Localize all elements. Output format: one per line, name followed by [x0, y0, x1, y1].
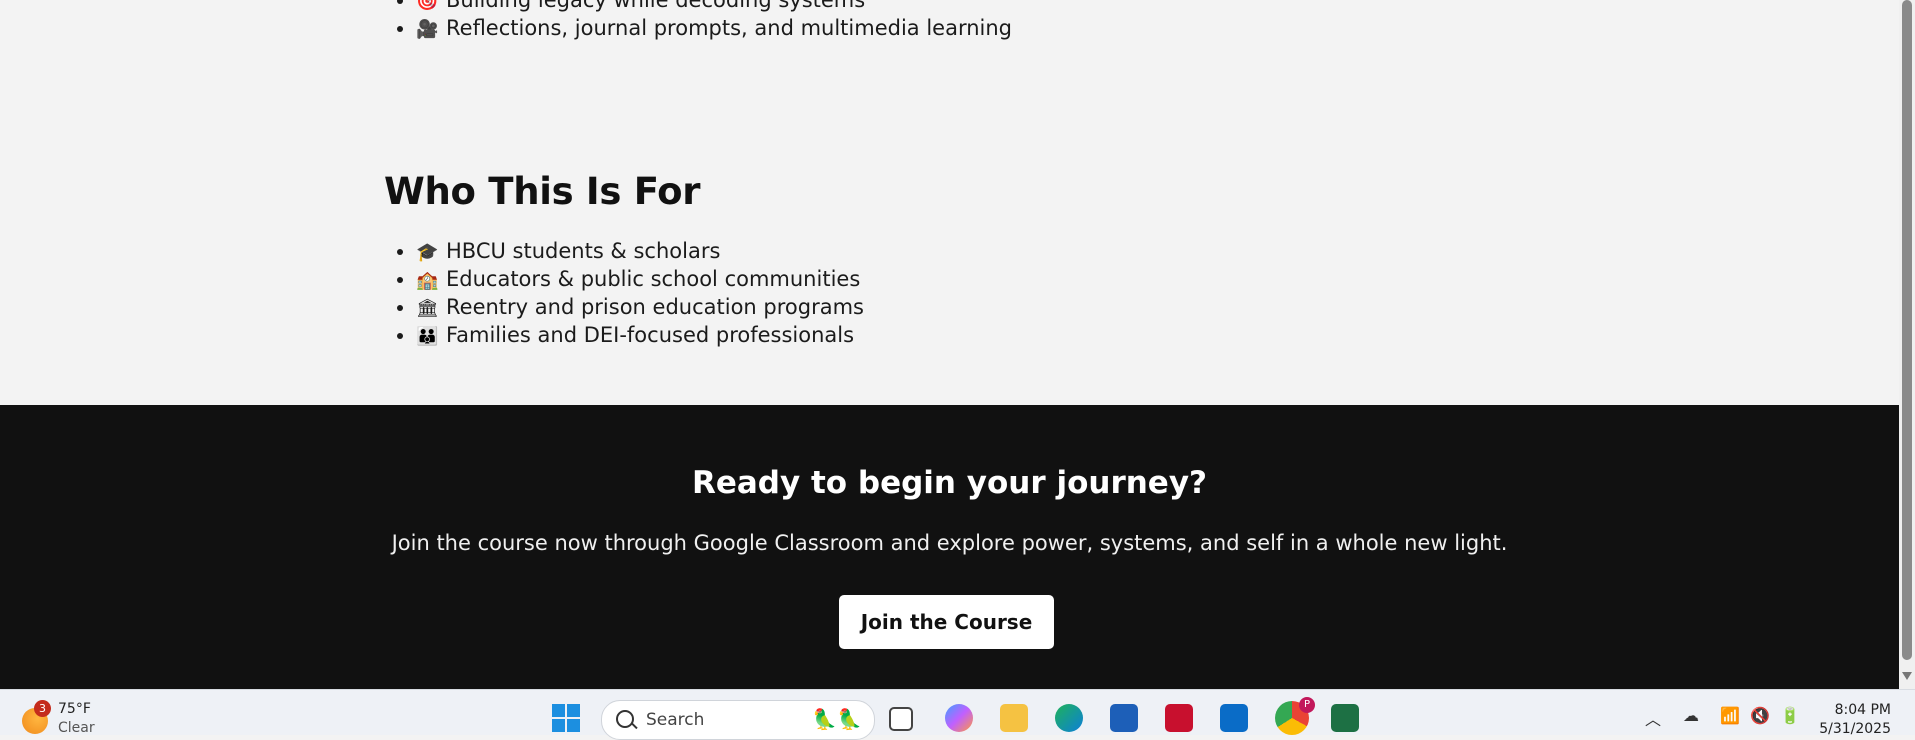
- list-item: 🏛 Reentry and prison education programs: [416, 294, 1516, 322]
- windows-start-icon[interactable]: [552, 704, 582, 734]
- file-explorer-icon[interactable]: [1000, 704, 1028, 732]
- excel-icon[interactable]: [1331, 704, 1359, 732]
- classical-building-icon: 🏛: [416, 298, 439, 319]
- list-item-text: Building legacy while decoding systems: [446, 0, 866, 12]
- list-item-text: HBCU students & scholars: [446, 239, 721, 263]
- mcafee-icon[interactable]: [1165, 704, 1193, 732]
- clock-time: 8:04 PM: [1834, 702, 1891, 718]
- list-item-text: Reflections, journal prompts, and multim…: [446, 16, 1012, 40]
- list-item: 🎥 Reflections, journal prompts, and multi…: [416, 15, 1516, 43]
- task-view-icon[interactable]: [889, 707, 913, 731]
- weather-widget[interactable]: 3 75°F Clear: [20, 700, 110, 736]
- battery-icon[interactable]: 🔋: [1780, 706, 1800, 725]
- vertical-scrollbar[interactable]: [1899, 0, 1915, 689]
- scrollbar-thumb[interactable]: [1902, 0, 1912, 660]
- weather-badge: 3: [34, 700, 51, 717]
- chrome-icon[interactable]: P: [1275, 697, 1315, 735]
- temperature: 75°F: [58, 701, 91, 717]
- cta-text: Join the course now through Google Class…: [391, 531, 1508, 555]
- chrome-profile-badge: P: [1299, 697, 1315, 713]
- wifi-icon[interactable]: 📶: [1720, 706, 1740, 725]
- onedrive-icon[interactable]: ☁: [1683, 706, 1699, 725]
- audience-list: 🎓 HBCU students & scholars 🏫 Educators & p…: [384, 238, 1516, 350]
- list-item: 🎓 HBCU students & scholars: [416, 238, 1516, 266]
- page-viewport: 🎯Building legacy while decoding systems …: [0, 0, 1899, 689]
- video-camera-icon: 🎥: [416, 19, 439, 40]
- list-item: 🏫 Educators & public school communities: [416, 266, 1516, 294]
- edge-icon[interactable]: [1055, 704, 1083, 732]
- list-item-text: Reentry and prison education programs: [446, 295, 864, 319]
- list-item-text: Families and DEI-focused professionals: [446, 323, 855, 347]
- outlook-icon[interactable]: [1220, 704, 1248, 732]
- copilot-icon[interactable]: [945, 704, 973, 732]
- list-item: 👪 Families and DEI-focused professionals: [416, 322, 1516, 350]
- section-title: Who This Is For: [384, 170, 701, 213]
- target-icon: 🎯: [416, 0, 439, 12]
- list-item: 🎯 Building legacy while decoding systems: [416, 0, 1516, 15]
- taskbar-search[interactable]: Search 🦜🦜: [601, 700, 875, 740]
- scroll-down-arrow-icon[interactable]: [1902, 672, 1912, 680]
- family-icon: 👪: [416, 326, 439, 347]
- school-icon: 🏫: [416, 270, 439, 291]
- search-icon: [616, 710, 634, 728]
- cta-section: Ready to begin your journey? Join the co…: [0, 405, 1899, 689]
- features-list: 🎯Building legacy while decoding systems …: [384, 0, 1516, 43]
- search-placeholder: Search: [646, 710, 705, 730]
- system-clock[interactable]: 8:04 PM 5/31/2025: [1819, 701, 1891, 739]
- show-hidden-icons-chevron-icon[interactable]: ︿: [1645, 706, 1661, 730]
- graduation-cap-icon: 🎓: [416, 242, 439, 263]
- clock-date: 5/31/2025: [1819, 721, 1891, 737]
- taskbar: 3 75°F Clear Search 🦜🦜 P ︿ ☁ 📶 🔇 🔋 8:04 …: [0, 689, 1915, 740]
- store-icon[interactable]: [1110, 704, 1138, 732]
- list-item-text: Educators & public school communities: [446, 267, 861, 291]
- parrot-icon: 🦜🦜: [812, 707, 862, 731]
- join-course-button[interactable]: Join the Course: [839, 595, 1054, 649]
- volume-muted-icon[interactable]: 🔇: [1750, 706, 1770, 725]
- cta-title: Ready to begin your journey?: [691, 465, 1208, 501]
